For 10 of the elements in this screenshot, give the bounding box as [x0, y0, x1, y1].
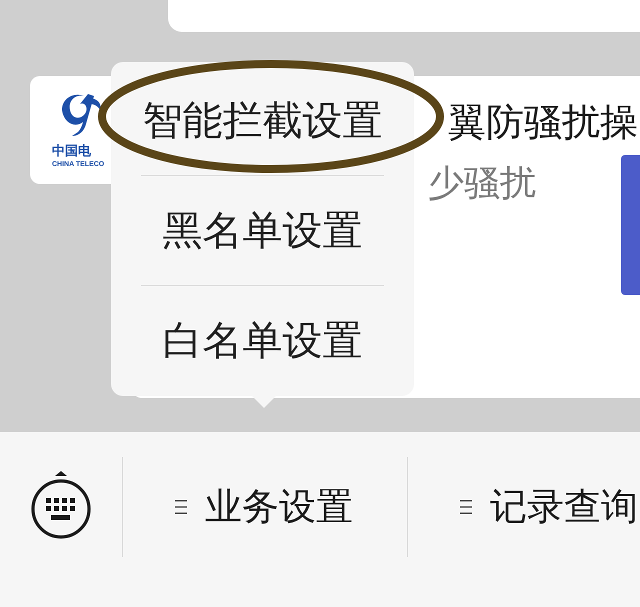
logo-text: 中国电 — [52, 144, 91, 160]
menu-icon — [175, 500, 187, 514]
menu-icon — [460, 500, 472, 514]
message-subtitle: 少骚扰 — [428, 162, 537, 206]
message-title: 翼防骚扰操 — [448, 99, 639, 146]
menu-button[interactable]: 记录查询 — [460, 484, 638, 530]
menu-item[interactable]: 黑名单设置 — [111, 176, 414, 285]
menu-button[interactable]: 业务设置 — [175, 484, 353, 530]
keyboard-icon[interactable] — [31, 470, 91, 538]
menu-item[interactable]: 白名单设置 — [111, 286, 414, 395]
